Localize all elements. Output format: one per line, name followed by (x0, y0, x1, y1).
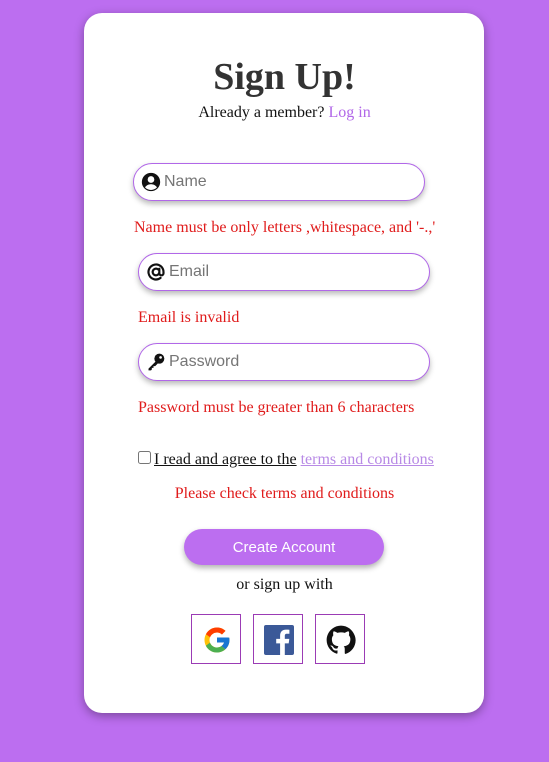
terms-link[interactable]: terms and conditions (301, 451, 434, 468)
terms-error: Please check terms and conditions (174, 485, 395, 502)
name-input[interactable] (164, 164, 404, 200)
terms-checkbox[interactable] (138, 451, 151, 464)
member-prompt: Already a member? Log in (0, 104, 549, 122)
google-icon (204, 627, 230, 653)
email-input[interactable] (169, 254, 409, 290)
name-error: Name must be only letters ,whitespace, a… (134, 219, 436, 236)
google-signup-button[interactable] (191, 614, 241, 664)
social-prompt: or sign up with (236, 576, 333, 593)
email-error: Email is invalid (138, 309, 240, 326)
github-signup-button[interactable] (315, 614, 365, 664)
key-icon (148, 353, 165, 371)
email-field[interactable] (138, 253, 430, 291)
facebook-signup-button[interactable] (253, 614, 303, 664)
password-field[interactable] (138, 343, 430, 381)
page-title: Sign Up! (213, 56, 356, 98)
terms-row: I read and agree to the terms and condit… (138, 451, 434, 469)
login-link[interactable]: Log in (328, 104, 370, 121)
name-field[interactable] (133, 163, 425, 201)
terms-label: I read and agree to the (154, 451, 297, 468)
at-sign-icon (147, 263, 165, 281)
user-circle-icon (141, 172, 161, 192)
facebook-icon (264, 625, 294, 655)
github-icon (326, 625, 356, 654)
create-account-button[interactable]: Create Account (184, 529, 384, 565)
password-input[interactable] (169, 344, 409, 380)
member-prompt-text: Already a member? (198, 104, 325, 121)
password-error: Password must be greater than 6 characte… (138, 399, 415, 416)
